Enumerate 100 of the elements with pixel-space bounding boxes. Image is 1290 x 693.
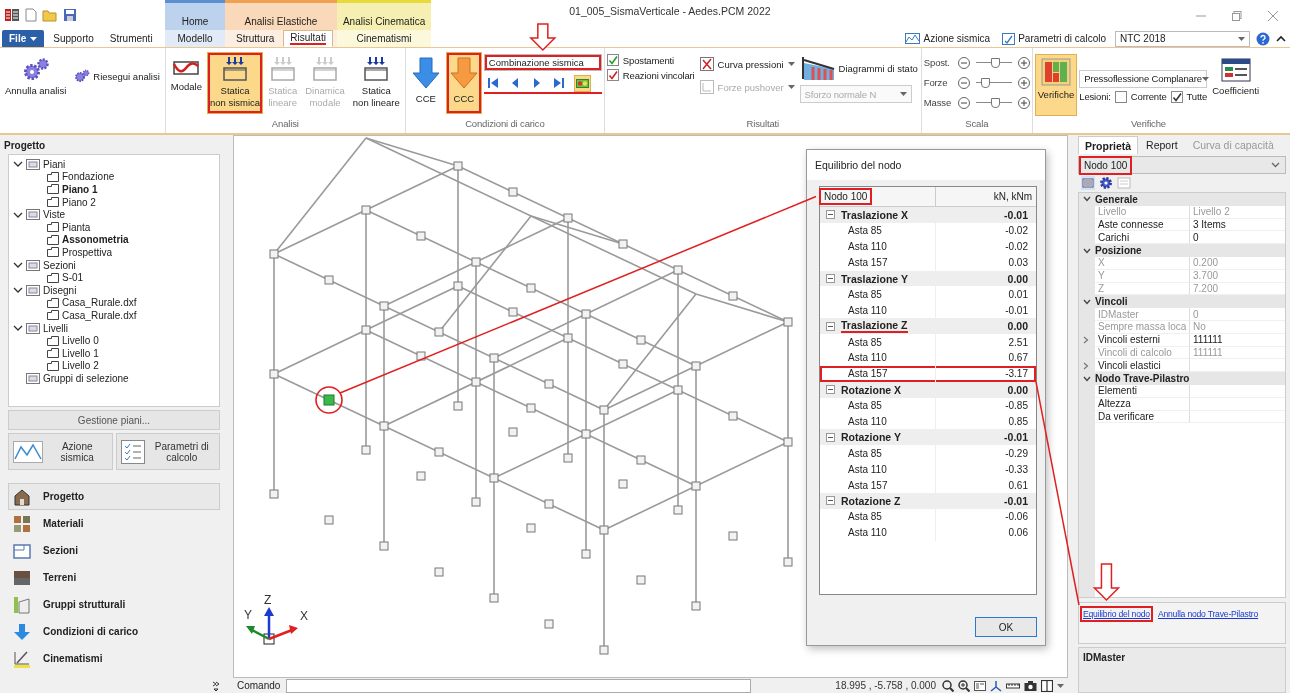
tree-item[interactable]: Disegni <box>43 284 77 296</box>
expand-chevron-icon[interactable] <box>1083 298 1091 305</box>
ok-button[interactable]: OK <box>975 617 1037 637</box>
norm-dropdown[interactable]: NTC 2018 <box>1115 30 1250 47</box>
toolbar-button[interactable]: Azione sismica <box>902 32 994 45</box>
collapse-ribbon-icon[interactable] <box>1276 35 1286 42</box>
view-toggle-button[interactable] <box>573 74 591 92</box>
checkbox-label[interactable]: Tutte <box>1186 91 1208 102</box>
ribbon-tab[interactable]: Supporto <box>46 30 101 47</box>
expand-chevron-icon[interactable] <box>1083 375 1091 382</box>
shortcut-button[interactable]: Azione sismica <box>8 433 113 470</box>
minus-icon[interactable] <box>957 96 970 109</box>
property-value[interactable]: 111111 <box>1193 334 1223 346</box>
tree-item[interactable]: Fondazione <box>62 171 115 183</box>
settings-icon[interactable] <box>1099 176 1113 190</box>
list-icon[interactable] <box>974 679 986 692</box>
expand-chevron-icon[interactable] <box>13 210 23 219</box>
slider-thumb[interactable] <box>980 77 990 88</box>
navigation-section[interactable]: Sezioni <box>8 537 220 564</box>
ribbon-tab[interactable]: Cinematismi <box>349 30 419 47</box>
slider-thumb[interactable] <box>991 97 1001 108</box>
dropdown-button[interactable]: Curva pressioni <box>696 54 798 74</box>
restore-button[interactable] <box>1232 11 1242 21</box>
panel-tab[interactable]: Report <box>1139 136 1185 154</box>
tree-item[interactable]: Prospettiva <box>62 246 113 258</box>
more-sections-icon[interactable] <box>212 681 220 691</box>
collapse-icon[interactable] <box>826 496 835 506</box>
toolbar-button[interactable]: Parametri di calcolo <box>999 31 1109 46</box>
app-logo-icon[interactable] <box>4 7 20 23</box>
manage-floors-button[interactable]: Gestione piani... <box>8 410 220 430</box>
tree-item[interactable]: Piani <box>43 158 66 170</box>
navigation-section[interactable]: Cinematismi <box>8 645 220 672</box>
panel-tab[interactable]: Proprietà <box>1078 136 1139 154</box>
object-dropdown[interactable]: Nodo 100 <box>1078 156 1286 174</box>
collapse-icon[interactable] <box>826 321 835 331</box>
tree-item[interactable]: Piano 2 <box>62 196 96 208</box>
shortcut-button[interactable]: Parametri di calcolo <box>115 433 220 470</box>
caret-icon[interactable] <box>1057 683 1064 688</box>
zoom-icon[interactable] <box>958 679 970 692</box>
collapse-icon[interactable] <box>826 210 835 220</box>
ribbon-tab[interactable]: File <box>2 30 45 47</box>
slider-thumb[interactable] <box>991 57 1001 68</box>
tree-item[interactable]: Assonometria <box>62 234 129 246</box>
navigation-section[interactable]: Progetto <box>8 483 220 510</box>
help-icon[interactable] <box>1256 31 1270 46</box>
tree-item[interactable]: Livelli <box>43 322 68 334</box>
navigation-section[interactable]: Gruppi strutturali <box>8 591 220 618</box>
expand-chevron-icon[interactable] <box>1083 247 1091 254</box>
expand-chevron-icon[interactable] <box>13 286 23 295</box>
tree-item[interactable]: Sezioni <box>43 259 76 271</box>
save-icon[interactable] <box>63 8 77 22</box>
ribbon-button[interactable]: Coefficienti <box>1209 54 1263 116</box>
collapse-icon[interactable] <box>826 274 835 283</box>
split-view-icon[interactable] <box>1041 679 1053 692</box>
tree-item[interactable]: Livello 0 <box>62 335 99 347</box>
command-link[interactable]: Equilibrio del nodo <box>1080 606 1153 622</box>
property-value[interactable]: 3 Items <box>1193 219 1226 230</box>
ribbon-button[interactable]: Modale <box>167 52 205 114</box>
tree-item[interactable]: Livello 1 <box>62 347 99 359</box>
ribbon-button[interactable]: CCC <box>445 52 482 114</box>
tree-item[interactable]: Pianta <box>62 221 91 233</box>
property-value[interactable]: 0 <box>1193 231 1199 243</box>
checkbox-label[interactable]: Spostamenti <box>622 54 674 66</box>
axes-icon[interactable] <box>990 679 1002 692</box>
ribbon-button[interactable]: Statica non sismica <box>207 52 264 114</box>
tree-item[interactable]: S-01 <box>62 272 84 284</box>
expand-chevron-icon[interactable] <box>13 261 23 270</box>
expand-chevron-icon[interactable] <box>13 160 23 169</box>
search-icon[interactable] <box>942 679 954 692</box>
checkbox-label[interactable]: Reazioni vincolari <box>622 69 695 81</box>
navigation-section[interactable]: Terreni <box>8 564 220 591</box>
checkbox[interactable] <box>1170 90 1183 103</box>
checkbox[interactable] <box>606 69 619 81</box>
navigation-section[interactable]: Condizioni di carico <box>8 618 220 645</box>
collapse-icon[interactable] <box>826 432 835 442</box>
close-button[interactable] <box>1268 11 1278 21</box>
tree-item[interactable]: Viste <box>43 209 66 221</box>
checkbox-label[interactable]: Corrente <box>1130 91 1167 102</box>
ribbon-tab[interactable]: Modello <box>170 30 220 47</box>
ribbon-button[interactable]: Verifiche <box>1034 54 1078 116</box>
first-button[interactable] <box>485 76 500 90</box>
ribbon-tab[interactable]: Risultati <box>283 30 333 47</box>
dropdown[interactable]: Pressoflessione Complanare <box>1079 69 1208 88</box>
combination-field[interactable]: Combinazione sismica <box>483 54 602 71</box>
ribbon-button[interactable]: Statica non lineare <box>349 52 403 114</box>
expand-chevron-icon[interactable] <box>13 324 23 332</box>
ribbon-button[interactable]: Annulla analisi <box>2 52 70 114</box>
expand-chevron-icon[interactable] <box>1083 196 1091 203</box>
plus-icon[interactable] <box>1017 76 1030 89</box>
plus-icon[interactable] <box>1017 96 1030 109</box>
navigation-section[interactable]: Materiali <box>8 510 220 537</box>
ribbon-tab[interactable]: Strumenti <box>102 30 160 47</box>
tree-item[interactable]: Casa_Rurale.dxf <box>62 297 137 309</box>
plus-icon[interactable] <box>1017 56 1030 69</box>
ribbon-button[interactable]: Riesegui analisi <box>71 66 163 86</box>
minus-icon[interactable] <box>957 76 970 89</box>
checkbox[interactable] <box>1114 90 1127 103</box>
ribbon-button[interactable]: Diagrammi di stato <box>799 54 919 82</box>
ribbon-tab[interactable]: Struttura <box>229 30 282 47</box>
tree-item[interactable]: Livello 2 <box>62 360 99 372</box>
